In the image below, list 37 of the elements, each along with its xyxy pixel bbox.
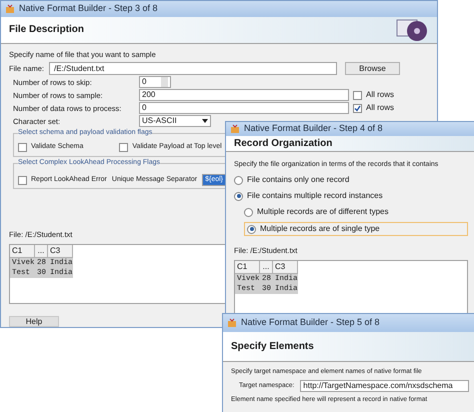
radio-button[interactable] — [244, 208, 253, 216]
column-header[interactable]: C1 — [235, 261, 260, 274]
number-field[interactable]: 0 — [139, 102, 349, 114]
radio-label: File contains only one record — [247, 174, 350, 186]
help-button[interactable]: Help — [9, 316, 59, 327]
radio-label: File contains multiple record instances — [247, 190, 383, 202]
window-title: Native Format Builder - Step 4 of 8 — [244, 122, 383, 135]
column-header[interactable]: ... — [35, 245, 48, 258]
radio-button[interactable] — [234, 176, 243, 184]
page-heading: Record Organization — [234, 136, 332, 150]
radio-label: Multiple records are of different types — [257, 206, 388, 218]
charset-dropdown[interactable]: US-ASCII — [139, 115, 211, 128]
checkbox[interactable] — [353, 104, 362, 113]
column-header[interactable]: ... — [260, 261, 273, 274]
radio-button[interactable] — [247, 224, 256, 234]
checkbox[interactable] — [18, 143, 27, 152]
checkbox[interactable] — [119, 143, 128, 152]
column-header[interactable]: C1 — [10, 245, 35, 258]
browse-button[interactable]: Browse — [345, 62, 400, 75]
number-field[interactable]: 200 — [139, 89, 349, 102]
column-header[interactable]: C3 — [48, 245, 73, 258]
namespace-field[interactable]: http://TargetNamespace.com/nxsdschema — [300, 380, 469, 392]
spinner-field[interactable]: 0 — [139, 76, 171, 88]
window-title: Native Format Builder - Step 3 of 8 — [19, 2, 158, 16]
checkbox-label: All rows — [366, 102, 394, 114]
page-heading: Specify Elements — [231, 340, 314, 354]
checkbox[interactable] — [18, 176, 27, 185]
caret-icon — [202, 119, 208, 124]
radio-button[interactable] — [234, 192, 243, 200]
checkbox[interactable] — [353, 90, 362, 100]
page-heading: File Description — [9, 23, 84, 38]
column-header[interactable]: C3 — [273, 261, 298, 274]
window-title: Native Format Builder - Step 5 of 8 — [241, 316, 380, 330]
radio-label: Multiple records are of single type — [260, 223, 380, 235]
file-name-field[interactable]: /E:/Student.txt — [49, 62, 337, 75]
checkbox-label: All rows — [366, 89, 394, 102]
disc-logo-drawing — [395, 16, 429, 43]
